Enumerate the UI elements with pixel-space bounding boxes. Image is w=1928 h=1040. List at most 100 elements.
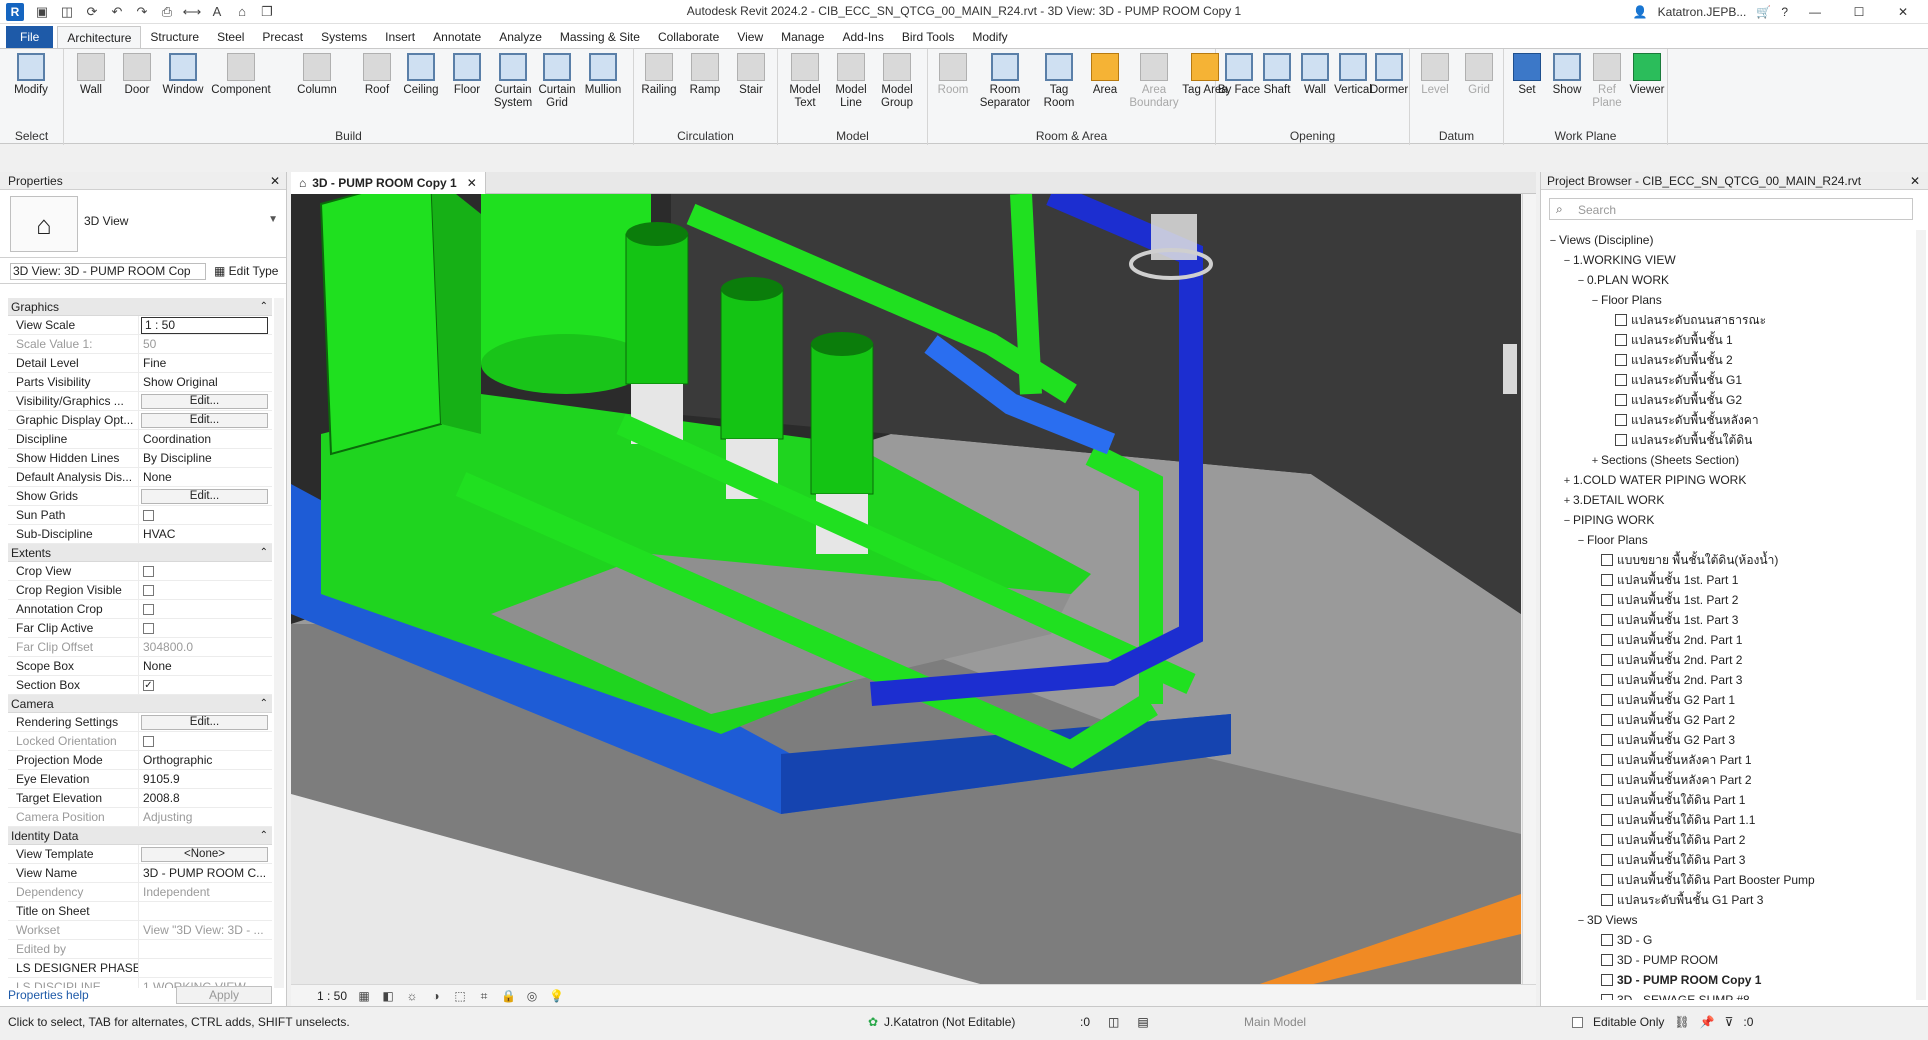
railing-tool[interactable]: Railing — [636, 53, 682, 97]
expand-icon[interactable]: + — [1589, 451, 1601, 471]
browser-tree-node[interactable]: −3D Views — [1547, 910, 1909, 930]
room-separator-tool[interactable]: Room Separator — [976, 53, 1034, 110]
close-tab-icon[interactable]: ✕ — [467, 172, 477, 194]
properties-help-link[interactable]: Properties help — [8, 988, 89, 1002]
browser-tree-node[interactable]: − Views (Discipline) — [1547, 230, 1909, 250]
browser-view-item[interactable]: แปลนระดับถนนสาธารณะ — [1547, 310, 1909, 330]
browser-view-item[interactable]: แปลนพื้นชั้น 2nd. Part 2 — [1547, 650, 1909, 670]
browser-view-item[interactable]: แปลนระดับพื้นชั้น G1 Part 3 — [1547, 890, 1909, 910]
tab-precast[interactable]: Precast — [253, 26, 312, 48]
view-scale[interactable]: 1 : 50 — [317, 989, 347, 1003]
browser-search[interactable]: ⌕ Search — [1549, 198, 1913, 220]
floor-tool[interactable]: Floor — [444, 53, 490, 97]
browser-view-item[interactable]: แปลนพื้นชั้น 2nd. Part 1 — [1547, 630, 1909, 650]
browser-view-item[interactable]: แปลนระดับพื้นชั้นใต้ดิน — [1547, 430, 1909, 450]
browser-view-item[interactable]: แปลนพื้นชั้นใต้ดิน Part Booster Pump — [1547, 870, 1909, 890]
collapse-icon[interactable]: ⌃ — [260, 827, 268, 845]
tab-3d-pump-room-copy-1[interactable]: ⌂ 3D - PUMP ROOM Copy 1 ✕ — [291, 172, 486, 194]
user-name[interactable]: Katatron.JEPB... — [1658, 5, 1747, 19]
browser-view-item[interactable]: แปลนพื้นชั้นใต้ดิน Part 1.1 — [1547, 810, 1909, 830]
dormer-tool[interactable]: Dormer — [1366, 53, 1412, 97]
property-value[interactable]: Edit... — [139, 487, 272, 505]
tab-architecture[interactable]: Architecture — [57, 26, 142, 48]
browser-view-item[interactable]: แปลนระดับพื้นชั้นหลังคา — [1547, 410, 1909, 430]
help-icon[interactable]: ? — [1781, 5, 1788, 19]
collapse-icon[interactable]: − — [1589, 291, 1601, 311]
close-icon[interactable]: ✕ — [1910, 172, 1920, 190]
ceiling-tool[interactable]: Ceiling — [398, 53, 444, 97]
ramp-tool[interactable]: Ramp — [682, 53, 728, 97]
detail-level-icon[interactable]: ▦ — [357, 989, 371, 1003]
property-value[interactable]: Show Original — [139, 373, 272, 391]
tab-massing-site[interactable]: Massing & Site — [551, 26, 649, 48]
tab-structure[interactable]: Structure — [141, 26, 208, 48]
property-group[interactable]: Camera ⌃ — [8, 695, 272, 713]
tab-file[interactable]: File — [6, 26, 54, 48]
view-scale-input[interactable]: 1 : 50 — [141, 317, 268, 334]
property-value[interactable]: View "3D View: 3D - ... — [139, 921, 272, 939]
cart-icon[interactable]: 🛒 — [1756, 5, 1771, 19]
property-value[interactable] — [139, 732, 272, 750]
property-value[interactable] — [139, 959, 272, 977]
browser-view-item[interactable]: แปลนพื้นชั้นหลังคา Part 2 — [1547, 770, 1909, 790]
browser-tree-node[interactable]: +1.COLD WATER PIPING WORK — [1547, 470, 1909, 490]
property-checkbox[interactable] — [143, 604, 154, 615]
maximize-button[interactable]: ☐ — [1842, 5, 1876, 19]
collapse-icon[interactable]: ⌃ — [260, 695, 268, 713]
area-boundary-tool[interactable]: Area Boundary — [1128, 53, 1180, 110]
properties-scrollbar[interactable] — [274, 298, 284, 988]
collapse-icon[interactable]: − — [1561, 251, 1573, 271]
browser-view-item[interactable]: แปลนระดับพื้นชั้น G2 — [1547, 390, 1909, 410]
select-pinned-icon[interactable]: 📌 — [1700, 1015, 1715, 1029]
browser-view-item[interactable]: แปลนพื้นชั้น G2 Part 2 — [1547, 710, 1909, 730]
mullion-tool[interactable]: Mullion — [580, 53, 626, 97]
model-text-tool[interactable]: Model Text — [782, 53, 828, 110]
design-option-selector[interactable]: Main Model — [1244, 1015, 1306, 1029]
expand-icon[interactable]: + — [1561, 491, 1573, 511]
property-checkbox[interactable] — [143, 566, 154, 577]
collapse-icon[interactable]: − — [1575, 531, 1587, 551]
browser-view-item[interactable]: 3D - SEWAGE SUMP #8 — [1547, 990, 1909, 1000]
tab-collaborate[interactable]: Collaborate — [649, 26, 728, 48]
property-value[interactable]: Edit... — [139, 713, 272, 731]
property-value[interactable] — [139, 940, 272, 958]
browser-scrollbar[interactable] — [1916, 230, 1926, 1000]
collapse-icon[interactable]: − — [1547, 231, 1559, 251]
browser-view-item[interactable]: แปลนพื้นชั้น 1st. Part 3 — [1547, 610, 1909, 630]
browser-view-item[interactable]: แปลนพื้นชั้นหลังคา Part 1 — [1547, 750, 1909, 770]
browser-tree-node[interactable]: + Sections (Sheets Section) — [1547, 450, 1909, 470]
property-value[interactable]: 1 : 50 — [139, 316, 272, 334]
chevron-down-icon[interactable]: ▼ — [268, 214, 278, 225]
browser-view-item[interactable]: แปลนพื้นชั้นใต้ดิน Part 2 — [1547, 830, 1909, 850]
visual-style-icon[interactable]: ◧ — [381, 989, 395, 1003]
view-vertical-scrollbar[interactable] — [1522, 194, 1536, 987]
browser-view-item[interactable]: แปลนระดับพื้นชั้น 2 — [1547, 350, 1909, 370]
3d-view-canvas[interactable] — [291, 194, 1521, 987]
property-value[interactable]: Adjusting — [139, 808, 272, 826]
property-checkbox[interactable]: ✓ — [143, 680, 154, 691]
browser-view-item[interactable]: 3D - PUMP ROOM Copy 1 — [1547, 970, 1909, 990]
browser-tree-node[interactable]: − Floor Plans — [1547, 290, 1909, 310]
editable-only-checkbox[interactable] — [1572, 1016, 1583, 1028]
browser-view-item[interactable]: แปลนพื้นชั้น 2nd. Part 3 — [1547, 670, 1909, 690]
model-line-tool[interactable]: Model Line — [828, 53, 874, 110]
search-input[interactable]: Search — [1578, 203, 1616, 217]
tag-room-tool[interactable]: Tag Room — [1036, 53, 1082, 110]
roof-tool[interactable]: Roof — [354, 53, 400, 97]
property-value[interactable]: 2008.8 — [139, 789, 272, 807]
tab-view[interactable]: View — [728, 26, 772, 48]
model-group-tool[interactable]: Model Group — [874, 53, 920, 110]
browser-view-item[interactable]: แปลนพื้นชั้น 1st. Part 2 — [1547, 590, 1909, 610]
room-tool[interactable]: Room — [930, 53, 976, 97]
property-checkbox[interactable] — [143, 623, 154, 634]
property-value[interactable]: None — [139, 468, 272, 486]
crop-icon[interactable]: ⌗ — [477, 989, 491, 1003]
minimize-button[interactable]: — — [1798, 5, 1832, 19]
property-value[interactable]: Coordination — [139, 430, 272, 448]
property-value[interactable]: Fine — [139, 354, 272, 372]
modify-tool[interactable]: Modify — [8, 53, 54, 97]
area-tool[interactable]: Area — [1082, 53, 1128, 97]
tab-insert[interactable]: Insert — [376, 26, 424, 48]
browser-view-item[interactable]: แปลนพื้นชั้น 1st. Part 1 — [1547, 570, 1909, 590]
door-tool[interactable]: Door — [114, 53, 160, 97]
